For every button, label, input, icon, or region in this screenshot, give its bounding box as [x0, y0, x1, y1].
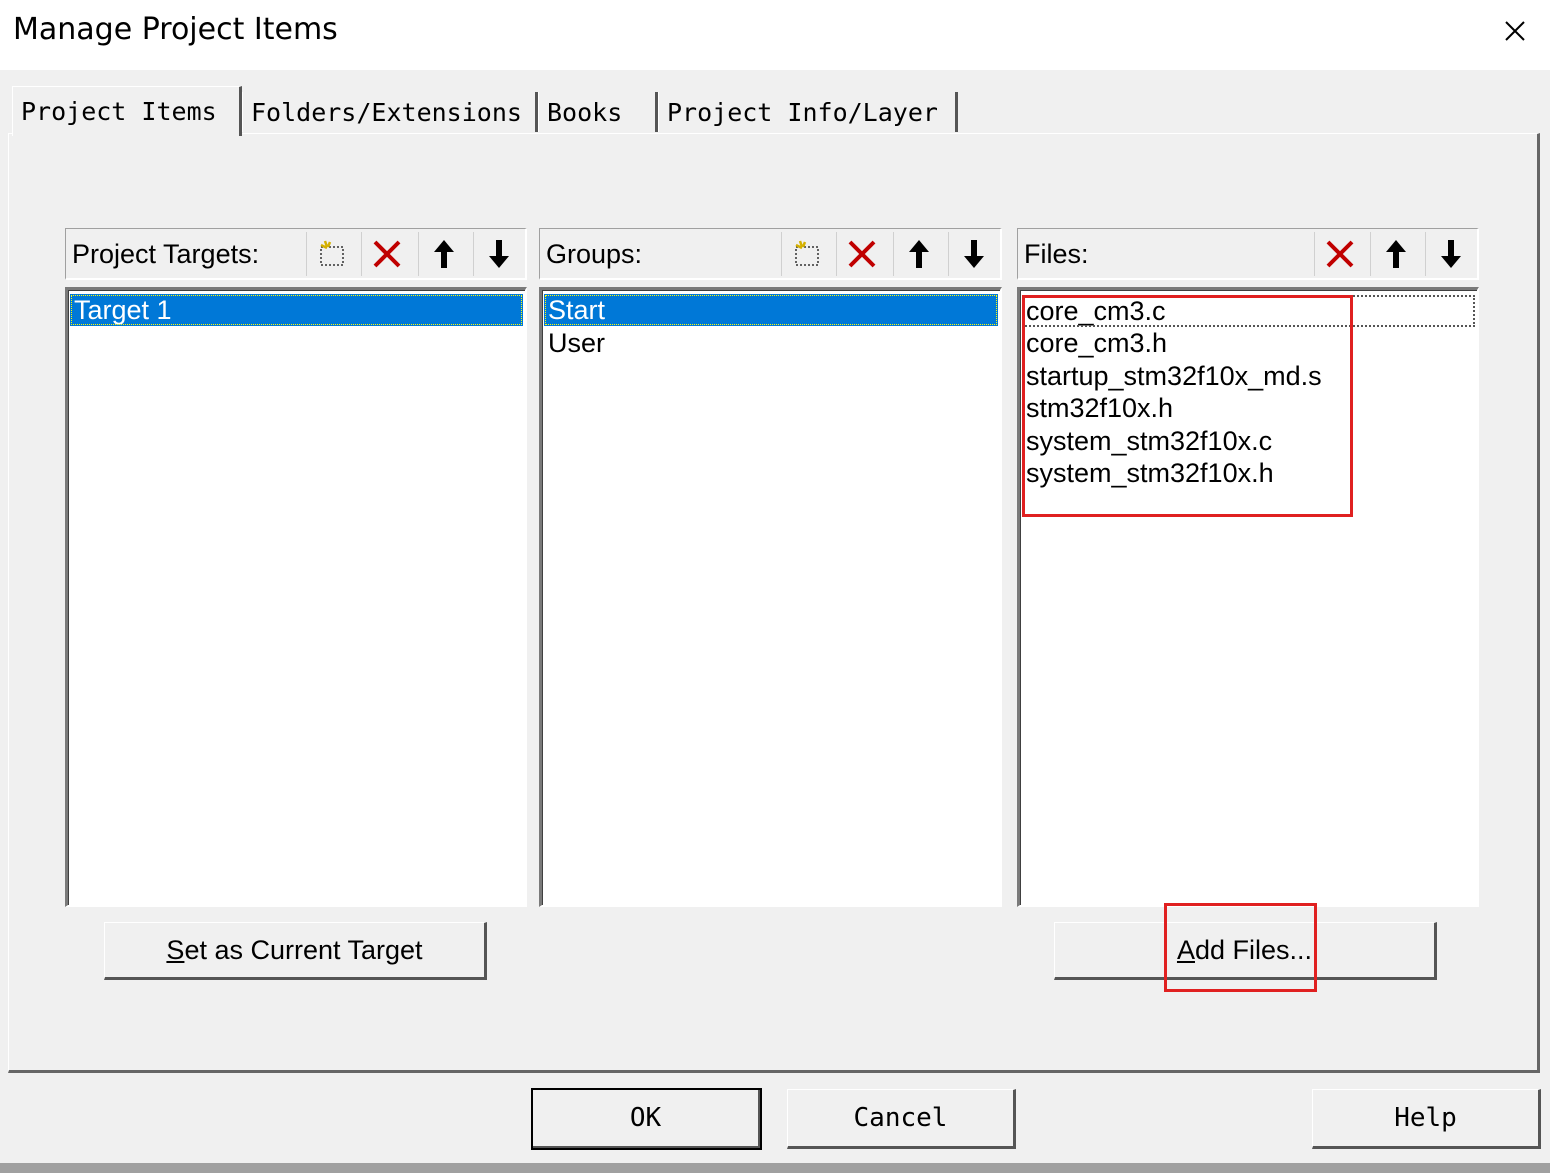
arrow-down-icon — [1441, 240, 1461, 268]
close-button[interactable] — [1488, 8, 1542, 54]
groups-label: Groups: — [546, 239, 643, 269]
set-current-label: et as Current Target — [184, 934, 423, 965]
new-item-icon — [795, 240, 819, 266]
arrow-down-icon — [489, 240, 509, 268]
move-up-group-button[interactable] — [893, 232, 944, 276]
ok-button[interactable]: OK — [531, 1088, 762, 1150]
close-icon — [1505, 21, 1525, 41]
list-item[interactable]: stm32f10x.h — [1022, 392, 1475, 424]
delete-group-button[interactable] — [836, 232, 887, 276]
targets-list[interactable]: Target 1 — [65, 287, 527, 907]
arrow-up-icon — [434, 240, 454, 268]
tab-label: Project Info/Layer — [667, 97, 938, 127]
tab-books[interactable]: Books — [538, 92, 658, 132]
move-down-file-button[interactable] — [1425, 232, 1476, 276]
cancel-button[interactable]: Cancel — [787, 1089, 1016, 1149]
help-button[interactable]: Help — [1312, 1089, 1541, 1149]
groups-header: Groups: — [539, 228, 1002, 280]
tab-project-info-layer[interactable]: Project Info/Layer — [658, 92, 958, 132]
arrow-down-icon — [964, 240, 984, 268]
tab-strip: Project Items Folders/Extensions Books P… — [8, 86, 1548, 136]
arrow-up-icon — [909, 240, 929, 268]
set-current-target-button[interactable]: Set as Current Target — [104, 922, 487, 980]
delete-target-button[interactable] — [361, 232, 412, 276]
groups-list[interactable]: Start User — [539, 287, 1002, 907]
add-files-button[interactable]: Add Files... — [1054, 922, 1437, 980]
move-up-target-button[interactable] — [418, 232, 469, 276]
files-label: Files: — [1024, 239, 1089, 269]
list-item[interactable]: system_stm32f10x.h — [1022, 457, 1475, 489]
delete-icon — [1326, 240, 1354, 268]
targets-header: Project Targets: — [65, 228, 527, 280]
arrow-up-icon — [1386, 240, 1406, 268]
list-item[interactable]: system_stm32f10x.c — [1022, 425, 1475, 457]
bottom-edge — [0, 1163, 1550, 1173]
tab-folders-extensions[interactable]: Folders/Extensions — [242, 92, 538, 132]
delete-file-button[interactable] — [1314, 232, 1365, 276]
list-item[interactable]: Start — [544, 294, 998, 326]
list-item[interactable]: core_cm3.c — [1022, 295, 1475, 327]
new-group-button[interactable] — [781, 232, 832, 276]
move-down-target-button[interactable] — [473, 232, 524, 276]
window-title: Manage Project Items — [13, 12, 338, 47]
tab-label: Project Items — [21, 97, 217, 126]
tab-project-items[interactable]: Project Items — [12, 86, 242, 136]
list-item[interactable]: Target 1 — [70, 294, 523, 326]
add-files-accel: A — [1176, 934, 1195, 965]
title-bar: Manage Project Items — [0, 0, 1550, 70]
add-files-label: dd Files... — [1194, 934, 1313, 965]
files-header: Files: — [1017, 228, 1479, 280]
files-list[interactable]: core_cm3.c core_cm3.h startup_stm32f10x_… — [1017, 287, 1479, 907]
list-item[interactable]: core_cm3.h — [1022, 327, 1475, 359]
tab-label: Books — [547, 97, 623, 127]
new-target-button[interactable] — [306, 232, 357, 276]
move-up-file-button[interactable] — [1370, 232, 1421, 276]
list-item[interactable]: User — [544, 327, 998, 359]
set-current-accel: S — [166, 934, 185, 965]
tab-label: Folders/Extensions — [251, 97, 522, 127]
new-item-icon — [320, 240, 344, 266]
delete-icon — [373, 240, 401, 268]
targets-label: Project Targets: — [72, 239, 260, 269]
move-down-group-button[interactable] — [948, 232, 999, 276]
list-item[interactable]: startup_stm32f10x_md.s — [1022, 360, 1475, 392]
delete-icon — [848, 240, 876, 268]
